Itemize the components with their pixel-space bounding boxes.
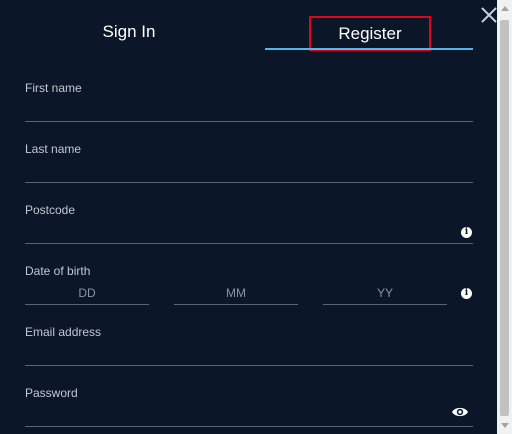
scroll-up-arrow-icon[interactable] bbox=[501, 6, 509, 11]
last-name-input[interactable] bbox=[25, 158, 473, 183]
email-input[interactable] bbox=[25, 341, 473, 366]
first-name-input[interactable] bbox=[25, 97, 473, 122]
last-name-field: Last name bbox=[25, 142, 473, 183]
scroll-down-arrow-icon[interactable] bbox=[501, 423, 509, 428]
first-name-field: First name bbox=[25, 81, 473, 122]
password-field: Password bbox=[25, 386, 473, 427]
password-label: Password bbox=[25, 386, 78, 400]
dob-day-input[interactable] bbox=[25, 282, 149, 305]
active-tab-underline bbox=[265, 48, 473, 50]
info-icon[interactable]: i bbox=[461, 288, 472, 299]
auth-tabs: Sign In Register bbox=[0, 0, 497, 52]
info-icon[interactable]: i bbox=[461, 227, 472, 238]
dob-month-input[interactable] bbox=[174, 282, 298, 305]
dob-year-input[interactable] bbox=[323, 282, 447, 305]
scrollbar[interactable] bbox=[497, 0, 512, 434]
eye-icon[interactable] bbox=[451, 405, 469, 419]
postcode-label: Postcode bbox=[25, 203, 76, 217]
dob-field: Date of birth bbox=[25, 264, 473, 278]
dob-label: Date of birth bbox=[25, 264, 91, 278]
last-name-label: Last name bbox=[25, 142, 82, 156]
first-name-label: First name bbox=[25, 81, 82, 95]
password-input[interactable] bbox=[25, 402, 473, 427]
tab-sign-in[interactable]: Sign In bbox=[24, 15, 234, 49]
postcode-field: Postcode bbox=[25, 203, 473, 244]
scrollbar-thumb[interactable] bbox=[500, 20, 509, 416]
close-icon[interactable] bbox=[480, 6, 498, 24]
email-field: Email address bbox=[25, 325, 473, 366]
tab-register[interactable]: Register bbox=[309, 16, 431, 51]
email-label: Email address bbox=[25, 325, 102, 339]
postcode-input[interactable] bbox=[25, 219, 473, 244]
